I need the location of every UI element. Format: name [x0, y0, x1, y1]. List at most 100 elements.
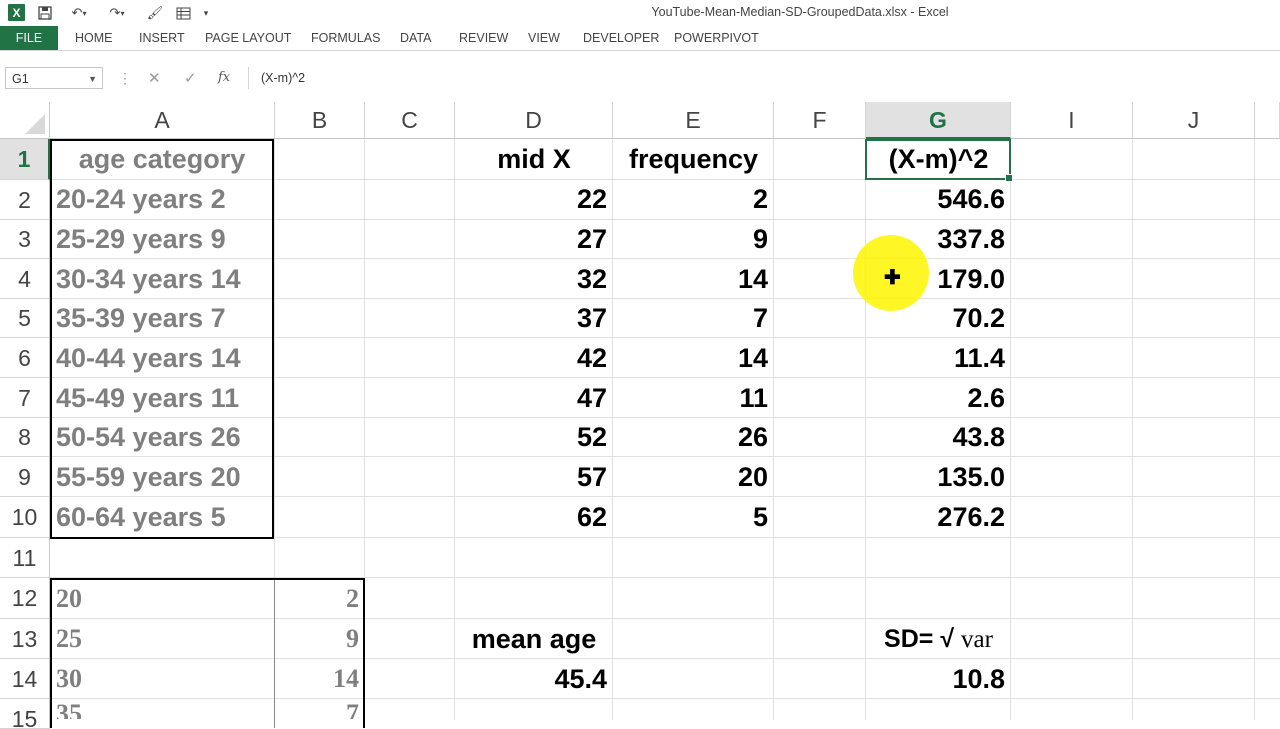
column-header-a[interactable]: A	[50, 102, 275, 139]
tab-view[interactable]: VIEW	[528, 26, 560, 50]
cell-e5[interactable]: 7	[613, 299, 774, 338]
row-header-3[interactable]: 3	[0, 220, 50, 259]
row-header-4[interactable]: 4	[0, 259, 50, 299]
row-header-11[interactable]: 11	[0, 538, 50, 578]
cell-e2[interactable]: 2	[613, 180, 774, 219]
cell-e7[interactable]: 11	[613, 378, 774, 418]
cell-e10[interactable]: 5	[613, 497, 774, 538]
formula-input[interactable]: (X-m)^2	[248, 67, 1280, 89]
tab-review[interactable]: REVIEW	[459, 26, 508, 50]
cell-g2[interactable]: 546.6	[866, 180, 1011, 219]
cell-e3[interactable]: 9	[613, 220, 774, 259]
row-header-9[interactable]: 9	[0, 457, 50, 497]
cell-a10[interactable]: 60-64 years 5	[50, 497, 232, 538]
cell-a13[interactable]: 25	[50, 619, 88, 659]
tab-insert[interactable]: INSERT	[139, 26, 185, 50]
tab-page-layout[interactable]: PAGE LAYOUT	[205, 26, 291, 50]
cell-a14[interactable]: 30	[50, 659, 88, 699]
cell-a8[interactable]: 50-54 years 26	[50, 418, 247, 457]
row-header-7[interactable]: 7	[0, 378, 50, 418]
cell-g13[interactable]: SD= √ var	[866, 619, 1011, 659]
row-header-14[interactable]: 14	[0, 659, 50, 699]
cell-a5[interactable]: 35-39 years 7	[50, 299, 232, 338]
cell-e6[interactable]: 14	[613, 338, 774, 378]
cell-e1[interactable]: frequency	[613, 139, 774, 180]
column-header-d[interactable]: D	[455, 102, 613, 139]
row-header-8[interactable]: 8	[0, 418, 50, 457]
excel-logo-icon[interactable]: X	[8, 4, 25, 21]
name-box[interactable]: G1 ▼	[5, 67, 103, 89]
cell-d8[interactable]: 52	[455, 418, 613, 457]
cell-a6[interactable]: 40-44 years 14	[50, 338, 247, 378]
cell-d7[interactable]: 47	[455, 378, 613, 418]
cell-a9[interactable]: 55-59 years 20	[50, 457, 247, 497]
row-header-1[interactable]: 1	[0, 139, 50, 180]
row-header-5[interactable]: 5	[0, 299, 50, 338]
customize-icon[interactable]: ▾	[200, 4, 212, 22]
cell-g8[interactable]: 43.8	[866, 418, 1011, 457]
cell-d1[interactable]: mid X	[455, 139, 613, 180]
cell-g14[interactable]: 10.8	[866, 659, 1011, 699]
row-header-2[interactable]: 2	[0, 180, 50, 220]
cell-d6[interactable]: 42	[455, 338, 613, 378]
chevron-down-icon[interactable]: ▼	[88, 68, 97, 90]
enter-icon[interactable]: ✓	[184, 69, 197, 87]
cell-d4[interactable]: 32	[455, 259, 613, 299]
cell-a3[interactable]: 25-29 years 9	[50, 220, 232, 259]
tab-formulas[interactable]: FORMULAS	[311, 26, 380, 50]
row-header-13[interactable]: 13	[0, 619, 50, 659]
cell-b12[interactable]: 2	[275, 579, 365, 619]
cell-g6[interactable]: 11.4	[866, 338, 1011, 378]
column-header-i[interactable]: I	[1011, 102, 1133, 139]
row-header-6[interactable]: 6	[0, 338, 50, 378]
cell-e8[interactable]: 26	[613, 418, 774, 457]
cell-e4[interactable]: 14	[613, 259, 774, 299]
tab-file[interactable]: FILE	[0, 26, 58, 50]
form-icon[interactable]	[174, 4, 192, 22]
cancel-icon[interactable]: ✕	[148, 69, 161, 87]
column-header-c[interactable]: C	[365, 102, 455, 139]
cell-a2[interactable]: 20-24 years 2	[50, 180, 232, 219]
spreadsheet-grid[interactable]: A B C D E F G I J 1 2 3 4 5 6 7 8 9 10 1…	[0, 102, 1280, 729]
cell-d5[interactable]: 37	[455, 299, 613, 338]
redo-icon[interactable]: ↷ ▾	[104, 4, 130, 22]
cell-d14[interactable]: 45.4	[455, 659, 613, 699]
cell-b14[interactable]: 14	[275, 659, 365, 699]
cell-d9[interactable]: 57	[455, 457, 613, 497]
tab-home[interactable]: HOME	[75, 26, 113, 50]
row-header-10[interactable]: 10	[0, 497, 50, 538]
cell-a15[interactable]: 35	[50, 699, 88, 719]
cell-a4[interactable]: 30-34 years 14	[50, 259, 247, 299]
column-header-f[interactable]: F	[774, 102, 866, 139]
drag-handle-icon[interactable]: ⋮	[118, 70, 132, 87]
select-all-corner[interactable]	[0, 102, 50, 139]
row-header-15[interactable]: 15	[0, 699, 50, 729]
cell-a1[interactable]: age category	[50, 139, 274, 180]
cell-b13[interactable]: 9	[275, 619, 365, 659]
tab-powerpivot[interactable]: POWERPIVOT	[674, 26, 759, 50]
cell-d2[interactable]: 22	[455, 180, 613, 219]
cell-g7[interactable]: 2.6	[866, 378, 1011, 418]
undo-icon[interactable]: ↶ ▾	[66, 4, 92, 22]
row-header-12[interactable]: 12	[0, 578, 50, 619]
save-icon[interactable]	[36, 4, 54, 22]
column-header-partial[interactable]	[1255, 102, 1280, 139]
cell-d3[interactable]: 27	[455, 220, 613, 259]
active-cell-selection[interactable]	[865, 139, 1013, 182]
column-header-j[interactable]: J	[1133, 102, 1255, 139]
column-header-g[interactable]: G	[866, 102, 1011, 139]
tab-developer[interactable]: DEVELOPER	[583, 26, 659, 50]
cell-g10[interactable]: 276.2	[866, 497, 1011, 538]
format-painter-icon[interactable]: 🖌	[146, 4, 164, 22]
column-header-b[interactable]: B	[275, 102, 365, 139]
column-header-e[interactable]: E	[613, 102, 774, 139]
cell-e9[interactable]: 20	[613, 457, 774, 497]
cell-a7[interactable]: 45-49 years 11	[50, 378, 245, 418]
insert-function-icon[interactable]: fx	[218, 70, 230, 85]
cell-d10[interactable]: 62	[455, 497, 613, 538]
tab-data[interactable]: DATA	[400, 26, 431, 50]
cell-g9[interactable]: 135.0	[866, 457, 1011, 497]
cell-a12[interactable]: 20	[50, 579, 88, 619]
cell-d13[interactable]: mean age	[455, 619, 613, 659]
cell-b15[interactable]: 7	[275, 699, 365, 719]
